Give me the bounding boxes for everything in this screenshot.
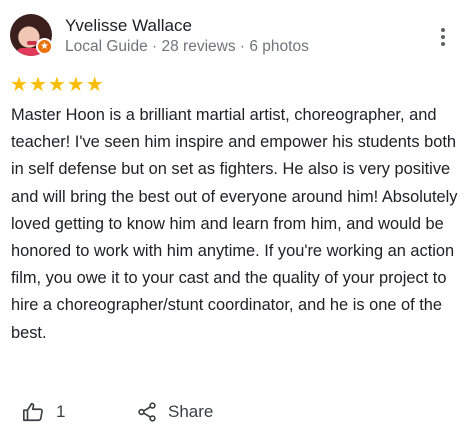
like-count: 1 xyxy=(56,402,66,421)
star-icon: ★ xyxy=(66,74,85,96)
reviewer-meta: Local Guide · 28 reviews · 6 photos xyxy=(65,38,309,55)
share-button[interactable]: Share xyxy=(136,401,213,423)
star-rating: ★ ★ ★ ★ ★ xyxy=(10,75,104,95)
like-button[interactable]: 1 xyxy=(22,401,65,423)
reviewer-name[interactable]: Yvelisse Wallace xyxy=(65,16,192,36)
more-options-icon[interactable] xyxy=(438,28,448,48)
local-guide-badge-icon: ★ xyxy=(36,38,53,55)
review-text: Master Hoon is a brilliant martial artis… xyxy=(11,106,458,342)
share-icon xyxy=(138,402,156,422)
star-icon: ★ xyxy=(10,74,28,96)
star-icon: ★ xyxy=(47,74,66,96)
star-icon: ★ xyxy=(85,74,104,96)
star-icon: ★ xyxy=(28,74,47,96)
share-label: Share xyxy=(168,402,214,421)
review-header: ★ Yvelisse Wallace Local Guide · 28 revi… xyxy=(10,14,460,58)
thumbs-up-icon xyxy=(23,402,43,422)
